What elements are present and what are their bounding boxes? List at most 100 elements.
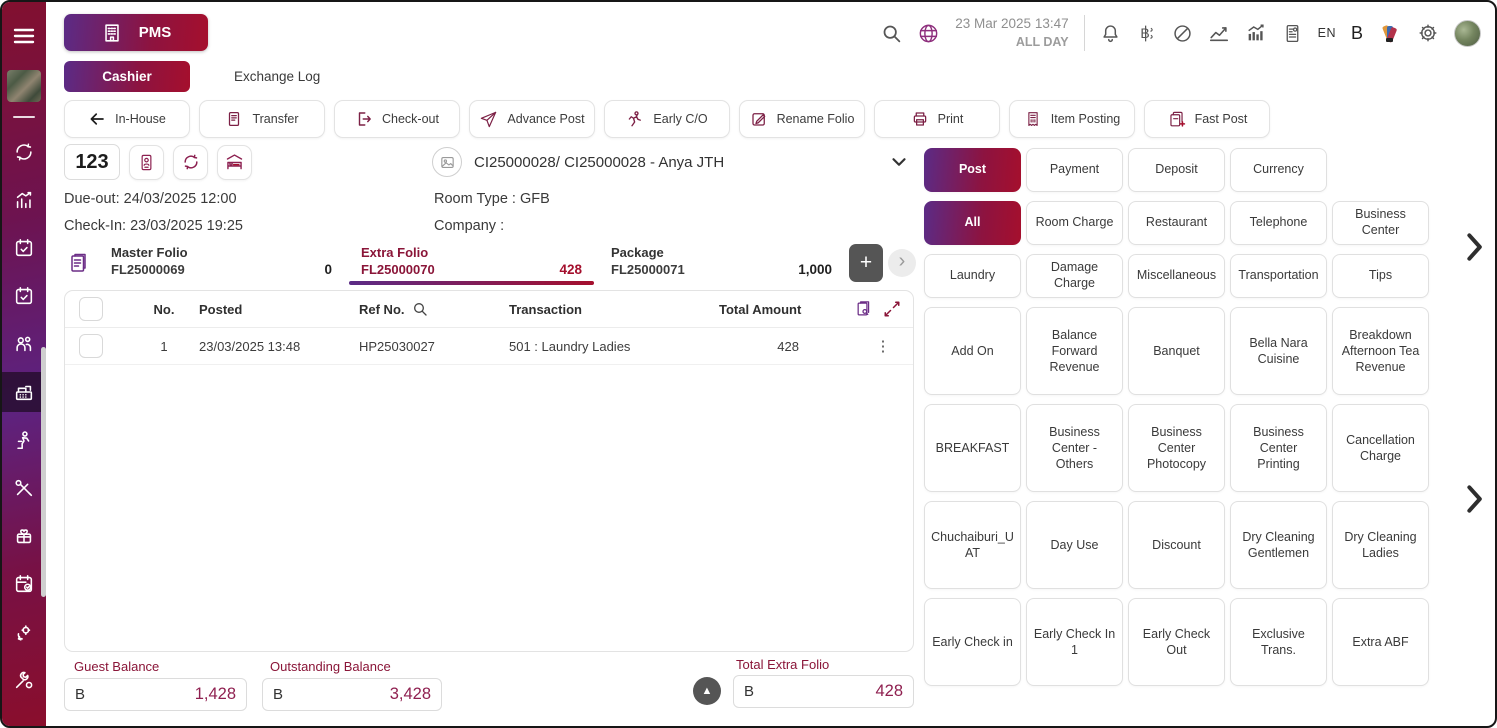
globe-network-icon[interactable]	[917, 22, 940, 45]
tab-cashier[interactable]: Cashier	[64, 61, 190, 92]
item-tile[interactable]: Balance Forward Revenue	[1026, 307, 1123, 395]
bar-chart-icon[interactable]	[1245, 22, 1267, 44]
item-tile[interactable]: Business Center - Others	[1026, 404, 1123, 492]
category-telephone-button[interactable]: Telephone	[1230, 201, 1327, 245]
select-all-checkbox[interactable]	[79, 297, 103, 321]
print-button[interactable]: Print	[874, 100, 1000, 138]
sidebar-item-schedule-icon[interactable]	[2, 564, 46, 604]
sidebar-item-automation-icon[interactable]	[2, 612, 46, 652]
item-tile[interactable]: Breakdown Afternoon Tea Revenue	[1332, 307, 1429, 395]
sidebar-item-guests-icon[interactable]	[2, 324, 46, 364]
ref-search-icon[interactable]	[412, 301, 428, 317]
baht-currency-icon[interactable]: B	[1136, 23, 1157, 44]
receipt-icon	[1024, 110, 1042, 128]
mode-currency-button[interactable]: Currency	[1230, 148, 1327, 192]
theme-palette-icon[interactable]	[1378, 21, 1402, 45]
category-room-charge-button[interactable]: Room Charge	[1026, 201, 1123, 245]
search-in-folios-icon[interactable]	[853, 297, 875, 321]
category-transportation-button[interactable]: Transportation	[1230, 254, 1327, 298]
item-tile[interactable]: Early Check in	[924, 598, 1021, 686]
item-tile[interactable]: Dry Cleaning Gentlemen	[1230, 501, 1327, 589]
item-tile[interactable]: Bella Nara Cuisine	[1230, 307, 1327, 395]
mode-post-button[interactable]: Post	[924, 148, 1021, 192]
category-laundry-button[interactable]: Laundry	[924, 254, 1021, 298]
hotel-logo-thumbnail[interactable]	[7, 70, 41, 102]
early-co-button[interactable]: Early C/O	[604, 100, 730, 138]
extra-folio-amount: 428	[559, 262, 582, 277]
folio-scroll-right-button[interactable]: ›	[888, 249, 916, 277]
panel-scroll-right-button-bottom[interactable]	[1460, 482, 1488, 516]
item-posting-button[interactable]: Item Posting	[1009, 100, 1135, 138]
item-tile[interactable]: Discount	[1128, 501, 1225, 589]
advance-post-button[interactable]: Advance Post	[469, 100, 595, 138]
language-selector[interactable]: EN	[1318, 26, 1336, 40]
refresh-status-button[interactable]	[173, 145, 208, 180]
item-tile[interactable]: Exclusive Trans.	[1230, 598, 1327, 686]
item-tile[interactable]: Dry Cleaning Ladies	[1332, 501, 1429, 589]
item-tile[interactable]: Extra ABF	[1332, 598, 1429, 686]
sidebar-item-calendar-check2-icon[interactable]	[2, 276, 46, 316]
folio-tab-package[interactable]: Package FL25000071 1,000	[599, 241, 844, 285]
item-tile[interactable]: Early Check In 1	[1026, 598, 1123, 686]
outstanding-currency: B	[273, 686, 283, 703]
fast-post-button[interactable]: Fast Post	[1144, 100, 1270, 138]
item-tile[interactable]: Chuchaiburi_UAT	[924, 501, 1021, 589]
row-transaction: 501 : Laundry Ladies	[509, 339, 719, 354]
category-business-center-button[interactable]: Business Center	[1332, 201, 1429, 245]
sidebar-scrollbar[interactable]	[41, 347, 46, 597]
currency-selector[interactable]: B	[1351, 23, 1363, 44]
item-tile[interactable]: Add On	[924, 307, 1021, 395]
mode-deposit-button[interactable]: Deposit	[1128, 148, 1225, 192]
sidebar-item-cashier-icon[interactable]	[2, 372, 46, 412]
guest-header[interactable]: CI25000028/ CI25000028 - Anya JTH	[432, 147, 910, 177]
sidebar-item-sync-icon[interactable]	[2, 132, 46, 172]
copy-folios-icon[interactable]	[64, 241, 94, 285]
sidebar-item-setup-tools-icon[interactable]	[2, 660, 46, 700]
settings-gear-icon[interactable]	[1417, 22, 1439, 44]
hamburger-menu-icon[interactable]	[2, 16, 46, 56]
item-tile[interactable]: Business Center Printing	[1230, 404, 1327, 492]
report-document-icon[interactable]	[1282, 23, 1303, 44]
rename-folio-button[interactable]: Rename Folio	[739, 100, 865, 138]
pms-home-button[interactable]: PMS	[64, 14, 208, 51]
sidebar-item-concierge-icon[interactable]	[2, 420, 46, 460]
tab-exchange-log[interactable]: Exchange Log	[234, 69, 320, 84]
search-icon[interactable]	[881, 23, 902, 44]
sidebar-item-maintenance-icon[interactable]	[2, 468, 46, 508]
in-house-button[interactable]: In-House	[64, 100, 190, 138]
category-restaurant-button[interactable]: Restaurant	[1128, 201, 1225, 245]
category-damage-charge-button[interactable]: Damage Charge	[1026, 254, 1123, 298]
item-tile[interactable]: Banquet	[1128, 307, 1225, 395]
room-bed-button[interactable]	[217, 145, 252, 180]
user-avatar[interactable]	[1454, 20, 1481, 47]
add-folio-button[interactable]: +	[849, 244, 883, 282]
line-chart-icon[interactable]	[1208, 22, 1230, 44]
folio-tab-master[interactable]: Master Folio FL25000069 0	[99, 241, 344, 285]
mode-payment-button[interactable]: Payment	[1026, 148, 1123, 192]
block-slash-icon[interactable]	[1172, 23, 1193, 44]
item-tile[interactable]: Cancellation Charge	[1332, 404, 1429, 492]
row-menu-kebab-icon[interactable]: ⋮	[853, 337, 913, 355]
category-tips-button[interactable]: Tips	[1332, 254, 1429, 298]
sidebar-item-packages-icon[interactable]	[2, 516, 46, 556]
sidebar-item-statistics-icon[interactable]	[2, 180, 46, 220]
room-info-row: 123	[64, 144, 252, 180]
item-tile[interactable]: Business Center Photocopy	[1128, 404, 1225, 492]
expand-table-icon[interactable]	[881, 297, 903, 321]
item-tile[interactable]: Day Use	[1026, 501, 1123, 589]
item-tile[interactable]: BREAKFAST	[924, 404, 1021, 492]
check-out-button[interactable]: Check-out	[334, 100, 460, 138]
guest-card-button[interactable]	[129, 145, 164, 180]
transfer-button[interactable]: Transfer	[199, 100, 325, 138]
chevron-down-icon[interactable]	[888, 151, 910, 173]
folio-tab-extra[interactable]: Extra Folio FL25000070 428	[349, 241, 594, 285]
table-row[interactable]: 1 23/03/2025 13:48 HP25030027 501 : Laun…	[65, 328, 913, 365]
notifications-bell-icon[interactable]	[1100, 23, 1121, 44]
collapse-panel-button[interactable]: ▲	[693, 677, 721, 705]
item-tile[interactable]: Early Check Out	[1128, 598, 1225, 686]
category-miscellaneous-button[interactable]: Miscellaneous	[1128, 254, 1225, 298]
category-all-button[interactable]: All	[924, 201, 1021, 245]
row-checkbox[interactable]	[79, 334, 103, 358]
panel-scroll-right-button-top[interactable]	[1460, 230, 1488, 264]
sidebar-item-calendar-check-icon[interactable]	[2, 228, 46, 268]
